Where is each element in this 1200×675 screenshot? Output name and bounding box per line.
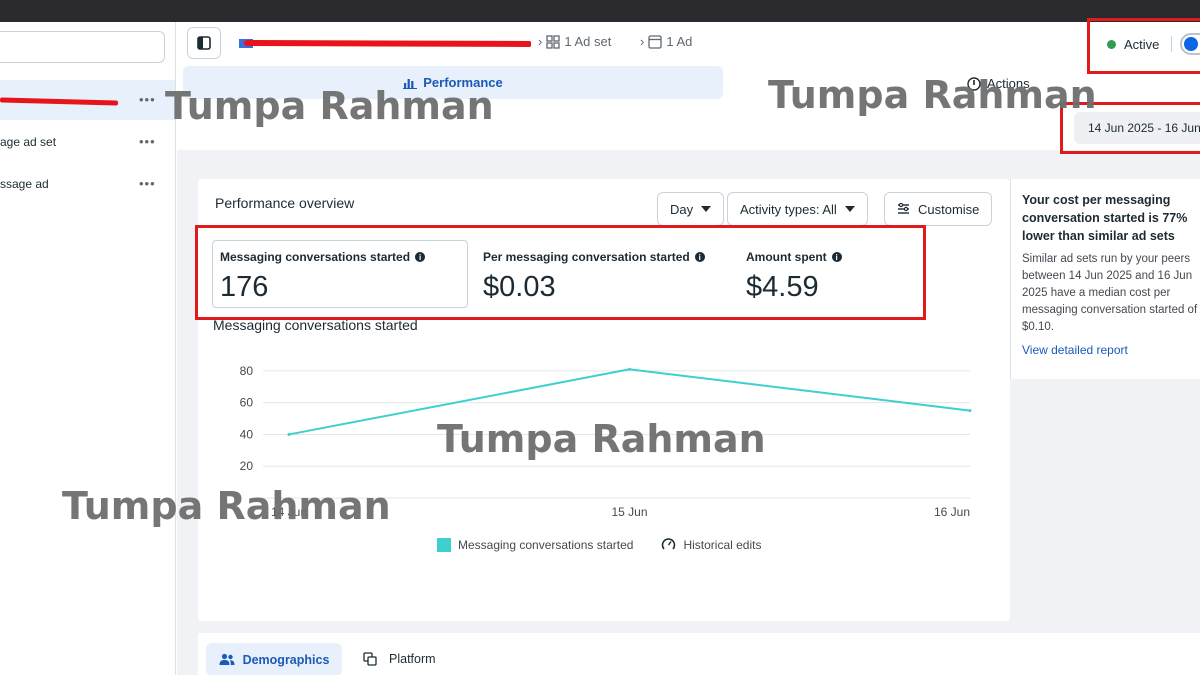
- caret-down-icon: [701, 206, 712, 212]
- caret-down-icon: [844, 206, 855, 212]
- sidebar-item-adset[interactable]: age ad set •••: [0, 122, 175, 162]
- sidebar-item-campaign[interactable]: •••: [0, 80, 175, 120]
- sidebar-search-input[interactable]: [0, 31, 165, 63]
- view-report-link[interactable]: View detailed report: [1022, 343, 1200, 357]
- metric-value: $4.59: [746, 271, 819, 303]
- customise-button[interactable]: Customise: [884, 192, 993, 226]
- card-title: Performance overview: [215, 195, 355, 211]
- data-point: [968, 409, 972, 413]
- metric-conversations[interactable]: Messaging conversations started i 176: [220, 250, 426, 304]
- day-select[interactable]: Day: [657, 192, 725, 226]
- more-options-icon[interactable]: •••: [139, 176, 156, 191]
- info-icon[interactable]: i: [694, 252, 705, 262]
- breadcrumb-ad-label: 1 Ad: [666, 34, 693, 49]
- y-tick-label: 60: [240, 396, 254, 410]
- breakdown-tabs: Demographics Platform: [198, 633, 1200, 675]
- metric-label: Messaging conversations started: [220, 250, 411, 264]
- divider: [1171, 36, 1173, 52]
- people-icon: [219, 653, 235, 665]
- sidebar-item-label-redacted: [0, 93, 130, 107]
- metric-value: $0.03: [483, 271, 556, 303]
- breadcrumb-adset-label: 1 Ad set: [564, 34, 612, 49]
- metric-cost-per-conversation[interactable]: Per messaging conversation started i $0.0…: [483, 250, 705, 304]
- platform-icon: [363, 652, 377, 666]
- status-indicator: Active: [1107, 36, 1173, 52]
- watermark-text: Tumpa Rahman: [165, 84, 494, 128]
- y-tick-label: 20: [240, 459, 254, 473]
- breadcrumb-ad[interactable]: › 1 Ad: [640, 34, 692, 49]
- adset-grid-icon: [546, 34, 560, 49]
- more-options-icon[interactable]: •••: [139, 92, 156, 107]
- legend-label: Messaging conversations started: [458, 537, 634, 552]
- x-tick-label: 16 Jun: [934, 505, 970, 519]
- metric-label: Amount spent: [746, 250, 827, 264]
- chart-legend: Messaging conversations started Historic…: [437, 537, 761, 552]
- tab-demographics-label: Demographics: [242, 652, 330, 667]
- breadcrumb-campaign-redacted[interactable]: [239, 36, 531, 50]
- info-icon[interactable]: i: [415, 252, 426, 262]
- status-label: Active: [1124, 36, 1160, 52]
- watermark-text: Tumpa Rahman: [768, 73, 1097, 117]
- breadcrumb-adset[interactable]: › 1 Ad set: [538, 34, 611, 49]
- sidebar-item-label: age ad set: [0, 135, 57, 149]
- panel-icon: [197, 36, 211, 50]
- data-point: [628, 367, 631, 371]
- chevron-right-icon: ›: [640, 34, 645, 49]
- ad-icon: [648, 34, 662, 49]
- active-dot-icon: [1107, 39, 1116, 49]
- main-header: › 1 Ad set › 1 Ad Active: [177, 18, 1200, 74]
- data-point: [287, 432, 291, 436]
- campaign-tree-sidebar: ••• age ad set ••• ssage ad •••: [0, 22, 176, 675]
- legend-swatch: [437, 537, 451, 552]
- metric-value: 176: [220, 271, 269, 303]
- activity-types-value: Activity types: All: [740, 201, 837, 217]
- window-top-bar: [0, 0, 1200, 22]
- metric-amount-spent[interactable]: Amount spent i $4.59: [746, 250, 842, 304]
- customise-icon: [898, 203, 909, 214]
- legend-item-series[interactable]: Messaging conversations started: [437, 537, 634, 552]
- day-select-value: Day: [670, 201, 694, 217]
- y-tick-label: 80: [240, 364, 254, 378]
- watermark-text: Tumpa Rahman: [62, 484, 391, 528]
- tab-demographics[interactable]: Demographics: [206, 643, 342, 675]
- insight-body: Similar ad sets run by your peers betwee…: [1022, 253, 1198, 333]
- panel-toggle-button[interactable]: [187, 27, 221, 59]
- toggle-knob: [1184, 37, 1198, 51]
- watermark-text: Tumpa Rahman: [437, 417, 766, 461]
- insight-panel: Your cost per messaging conversation sta…: [1010, 179, 1200, 379]
- tab-platform-label: Platform: [389, 652, 436, 666]
- legend-item-edits[interactable]: Historical edits: [661, 537, 761, 552]
- metric-label: Per messaging conversation started: [483, 250, 690, 264]
- more-options-icon[interactable]: •••: [139, 134, 156, 149]
- customise-label: Customise: [918, 201, 980, 217]
- insight-headline: Your cost per messaging conversation sta…: [1022, 193, 1188, 243]
- y-tick-label: 40: [240, 427, 254, 441]
- active-toggle[interactable]: [1180, 33, 1200, 55]
- chart-title: Messaging conversations started: [213, 317, 418, 333]
- gauge-icon: [662, 538, 676, 550]
- sidebar-item-label: ssage ad: [0, 177, 49, 191]
- sidebar-item-ad[interactable]: ssage ad •••: [0, 164, 175, 204]
- activity-types-select[interactable]: Activity types: All: [727, 192, 868, 226]
- info-icon[interactable]: i: [831, 252, 842, 262]
- chevron-right-icon: ›: [538, 34, 543, 49]
- legend-label: Historical edits: [683, 537, 762, 552]
- x-tick-label: 15 Jun: [611, 505, 647, 519]
- tab-platform[interactable]: Platform: [363, 652, 436, 666]
